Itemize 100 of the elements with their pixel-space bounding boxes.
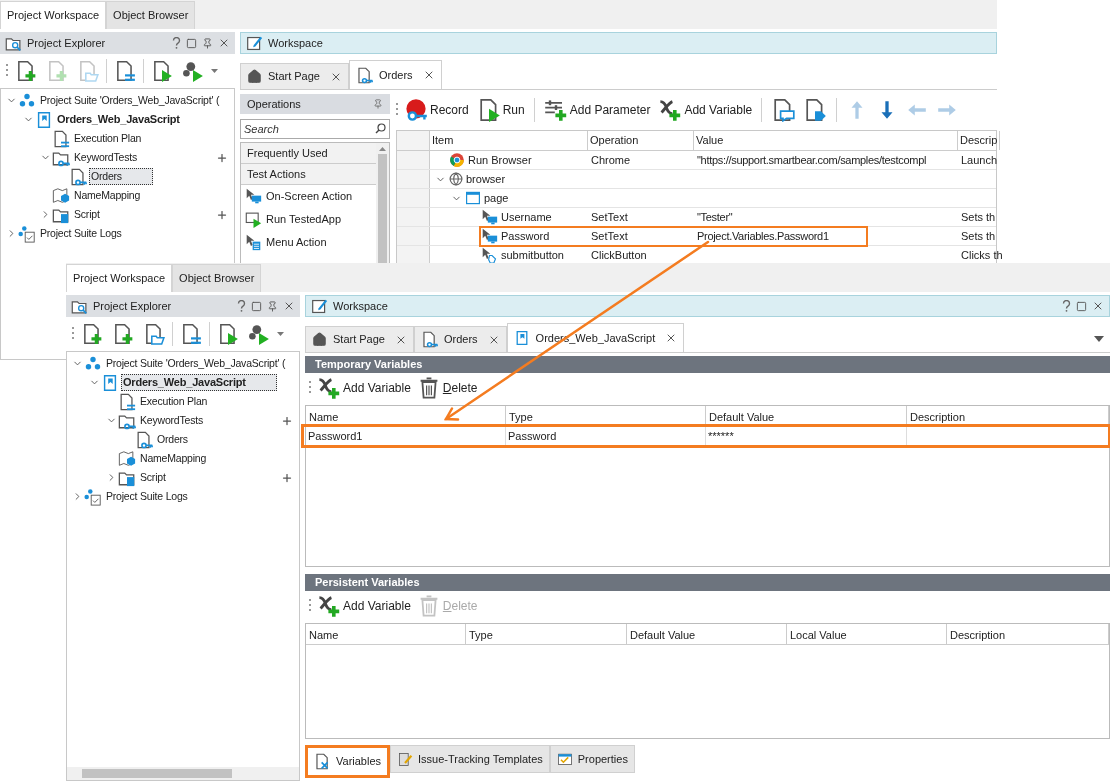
caret-icon[interactable]: [277, 332, 284, 336]
column-header[interactable]: Default Value: [706, 406, 907, 426]
column-header[interactable]: Value: [694, 131, 958, 150]
column-header[interactable]: Operation: [588, 131, 694, 150]
panel-tab[interactable]: Object Browser: [106, 1, 196, 29]
table-cell-text: ClickButton: [591, 247, 647, 263]
tree-item[interactable]: Project Suite Logs: [104, 488, 190, 505]
table-cell-text: Run Browser: [468, 152, 532, 168]
category-header[interactable]: Frequently Used: [241, 143, 376, 164]
tree-item[interactable]: Orders_Web_JavaScript: [121, 374, 277, 391]
document-key-icon: [421, 331, 438, 348]
pin-icon[interactable]: [202, 37, 213, 49]
table-cell-text: Sets th: [961, 228, 996, 244]
tree-item[interactable]: Script: [72, 206, 102, 223]
panel-tab[interactable]: Project Workspace: [66, 264, 173, 292]
table-cell-text: Password: [508, 429, 557, 445]
bottom-tab[interactable]: Properties: [549, 745, 635, 773]
caret-icon[interactable]: [1094, 336, 1104, 342]
column-header[interactable]: Description: [907, 406, 1109, 426]
tree-item[interactable]: Project Suite Logs: [38, 225, 124, 242]
document-tab[interactable]: Start Page: [305, 326, 414, 352]
document-tab[interactable]: Start Page: [240, 63, 349, 89]
tree-item[interactable]: Orders_Web_JavaScript: [55, 111, 182, 128]
plus-icon[interactable]: [281, 414, 293, 427]
tree-item[interactable]: NameMapping: [138, 450, 209, 467]
document-tab[interactable]: Orders: [414, 326, 507, 352]
tree-item[interactable]: Execution Plan: [72, 130, 144, 147]
plus-icon[interactable]: [216, 151, 228, 164]
column-header[interactable]: Default Value: [627, 624, 787, 644]
window-play-icon: [245, 211, 262, 228]
document-plus-icon: [46, 60, 68, 82]
document-icon: [101, 373, 119, 392]
add-variable-button[interactable]: Add Variable: [317, 376, 411, 400]
panel-tab[interactable]: Project Workspace: [0, 1, 107, 29]
operation-item[interactable]: Run TestedApp: [266, 211, 342, 228]
tree-item[interactable]: Project Suite 'Orders_Web_JavaScript' (: [104, 355, 288, 372]
add-variable-button[interactable]: Add Variable: [656, 98, 755, 122]
tree-item[interactable]: Script: [138, 469, 168, 486]
document-variable-icon: [314, 753, 331, 770]
pin-icon[interactable]: [267, 300, 278, 312]
variable-plus-icon: [317, 376, 341, 400]
document-icon: [35, 110, 53, 129]
run-button[interactable]: Run: [474, 98, 527, 122]
record-button[interactable]: Record: [402, 98, 471, 122]
globe-icon: [449, 172, 463, 186]
table-cell-text: Username: [501, 209, 552, 225]
scrollbar[interactable]: [67, 767, 299, 780]
cursor-monitor-icon: [481, 227, 498, 245]
pencil-window-icon: [311, 297, 328, 315]
column-header[interactable]: Type: [506, 406, 706, 426]
add-parameter-button[interactable]: Add Parameter: [541, 98, 653, 122]
help-icon[interactable]: [172, 37, 181, 49]
add-variable-button[interactable]: Add Variable: [317, 594, 411, 618]
column-header[interactable]: Name: [306, 406, 506, 426]
close-icon[interactable]: [283, 300, 295, 312]
tree-item[interactable]: KeywordTests: [138, 412, 205, 429]
close-icon[interactable]: [218, 37, 230, 49]
column-header[interactable]: Item: [430, 131, 588, 150]
tree-item[interactable]: Orders: [155, 431, 190, 448]
bottom-tab[interactable]: Variables: [305, 745, 391, 778]
window-check-icon: [556, 751, 573, 767]
document-tag-icon: [803, 98, 828, 122]
column-header[interactable]: Local Value: [787, 624, 947, 644]
plus-icon[interactable]: [281, 471, 293, 484]
plus-icon[interactable]: [216, 208, 228, 221]
tree-item[interactable]: Project Suite 'Orders_Web_JavaScript' (: [38, 92, 222, 109]
column-header[interactable]: Name: [306, 624, 466, 644]
tree-item[interactable]: Execution Plan: [138, 393, 210, 410]
close-icon[interactable]: [1092, 300, 1104, 312]
document-tab[interactable]: Orders: [349, 60, 442, 89]
maximize-icon[interactable]: [1076, 300, 1087, 312]
operation-item[interactable]: On-Screen Action: [266, 188, 353, 205]
pin-icon[interactable]: [373, 99, 383, 109]
category-header[interactable]: Test Actions: [241, 164, 376, 185]
panel-tab[interactable]: Object Browser: [172, 264, 262, 292]
bottom-tab[interactable]: Issue-Tracking Templates: [390, 745, 550, 773]
table-cell-text: browser: [466, 171, 506, 187]
panel-title: Workspace: [268, 35, 323, 51]
column-header[interactable]: Descrip: [958, 131, 1001, 150]
tree-item[interactable]: NameMapping: [72, 187, 143, 204]
scrollbar[interactable]: [376, 143, 389, 265]
tree-item[interactable]: Orders: [89, 168, 153, 185]
maximize-icon[interactable]: [251, 300, 262, 312]
variable-plus-icon: [317, 594, 341, 618]
panel-title: Project Explorer: [27, 35, 106, 51]
help-icon[interactable]: [1062, 300, 1071, 312]
map-cube-icon: [118, 449, 136, 468]
column-header[interactable]: Type: [466, 624, 627, 644]
scroll-arrow-icon[interactable]: [379, 147, 386, 151]
tree-item[interactable]: KeywordTests: [72, 149, 139, 166]
column-header[interactable]: Description: [947, 624, 1109, 644]
operation-item[interactable]: Menu Action: [266, 234, 327, 251]
table-cell-text: Sets th: [961, 209, 996, 225]
search-field[interactable]: Search: [240, 119, 390, 139]
help-icon[interactable]: [237, 300, 246, 312]
caret-icon[interactable]: [211, 69, 218, 73]
search-icon[interactable]: [375, 123, 386, 134]
maximize-icon[interactable]: [186, 37, 197, 49]
delete-button[interactable]: Delete: [416, 376, 478, 400]
cursor-monitor-icon: [481, 208, 498, 226]
